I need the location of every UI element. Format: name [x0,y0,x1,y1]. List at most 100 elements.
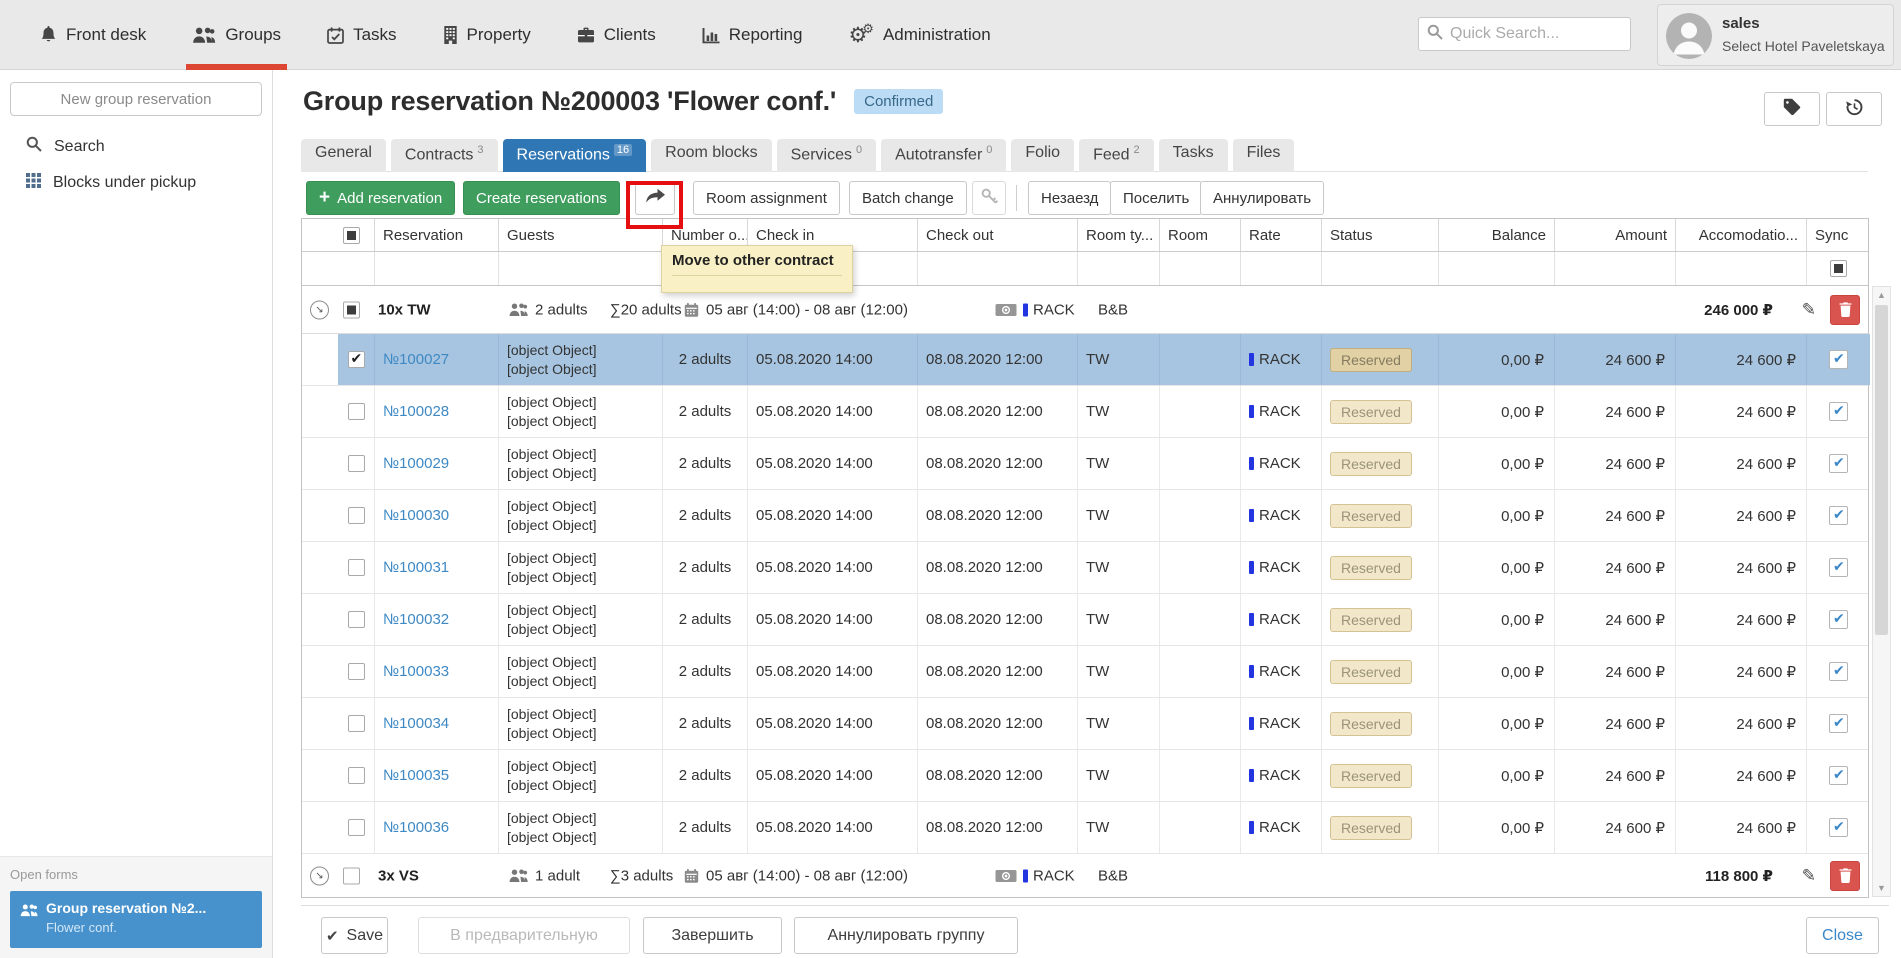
check-in-button[interactable]: Поселить [1110,181,1202,215]
quick-search-input[interactable] [1450,25,1657,43]
finish-button[interactable]: Завершить [643,917,782,954]
sync-checkbox[interactable] [1829,350,1848,369]
column-header-sync[interactable]: Sync [1807,219,1870,251]
reservation-link[interactable]: №100034 [383,715,449,732]
table-row[interactable]: №100034[object Object][object Object]2 a… [302,698,1868,750]
batch-change-button[interactable]: Batch change [849,181,967,215]
no-show-button[interactable]: Незаезд [1028,181,1111,215]
save-button[interactable]: ✔Save [321,917,388,954]
open-form-card[interactable]: Group reservation №2... Flower conf. [10,891,262,948]
reservation-link[interactable]: №100031 [383,559,449,576]
reservation-link[interactable]: №100035 [383,767,449,784]
create-reservations-button[interactable]: Create reservations [463,181,620,215]
to-preliminary-button[interactable]: В предварительную [418,917,630,954]
move-to-other-contract-button[interactable] [635,181,675,215]
room-assignment-button[interactable]: Room assignment [693,181,840,215]
row-checkbox[interactable] [348,663,365,680]
tab-feed[interactable]: Feed2 [1079,139,1154,172]
edit-group-button[interactable]: ✎ [1802,866,1816,886]
nav-item-groups[interactable]: Groups [190,0,283,70]
delete-group-button[interactable] [1830,295,1860,325]
sync-checkbox[interactable] [1829,454,1848,473]
row-checkbox[interactable] [348,351,365,368]
reservation-link[interactable]: №100030 [383,507,449,524]
cancel-group-button[interactable]: Аннулировать группу [794,917,1018,954]
sync-checkbox[interactable] [1829,766,1848,785]
row-checkbox[interactable] [348,455,365,472]
row-checkbox[interactable] [348,767,365,784]
tab-reservations[interactable]: Reservations16 [503,139,647,172]
column-header-reservation[interactable]: Reservation [375,219,499,251]
sync-all-checkbox[interactable] [1830,260,1847,277]
column-header-balance[interactable]: Balance [1439,219,1555,251]
tab-services[interactable]: Services0 [777,139,876,172]
nav-item-property[interactable]: Property [441,0,533,70]
tab-contracts[interactable]: Contracts3 [391,139,498,172]
table-row[interactable]: №100035[object Object][object Object]2 a… [302,750,1868,802]
sync-checkbox[interactable] [1829,610,1848,629]
quick-search-box[interactable] [1418,17,1631,51]
tab-autotransfer[interactable]: Autotransfer0 [881,139,1006,172]
row-checkbox[interactable] [348,611,365,628]
nav-item-front-desk[interactable]: Front desk [38,0,148,70]
column-header-amount[interactable]: Amount [1555,219,1676,251]
close-button[interactable]: Close [1806,917,1879,954]
column-header-accomodatio[interactable]: Accomodatio... [1676,219,1807,251]
scroll-down-arrow[interactable]: ▼ [1873,883,1890,893]
sync-checkbox[interactable] [1829,662,1848,681]
table-row[interactable]: №100033[object Object][object Object]2 a… [302,646,1868,698]
nav-item-clients[interactable]: Clients [575,0,658,70]
reservation-link[interactable]: №100028 [383,403,449,420]
edit-group-button[interactable]: ✎ [1802,300,1816,320]
tab-folio[interactable]: Folio [1011,139,1074,172]
new-group-reservation-button[interactable]: New group reservation [10,82,262,116]
sync-checkbox[interactable] [1829,402,1848,421]
row-checkbox[interactable] [348,715,365,732]
expand-collapse-icon[interactable]: ↘ [310,866,329,885]
table-row[interactable]: №100036[object Object][object Object]2 a… [302,802,1868,854]
row-checkbox[interactable] [348,403,365,420]
nav-item-reporting[interactable]: Reporting [700,0,805,70]
table-row[interactable]: №100028[object Object][object Object]2 a… [302,386,1868,438]
tab-general[interactable]: General [301,139,386,172]
sidebar-item-blocks-under-pickup[interactable]: Blocks under pickup [0,165,272,201]
column-header-room[interactable]: Room [1160,219,1241,251]
sync-checkbox[interactable] [1829,818,1848,837]
tab-tasks[interactable]: Tasks [1159,139,1228,172]
expand-collapse-icon[interactable]: ↘ [310,300,329,319]
vertical-scrollbar[interactable]: ▲ ▼ [1872,286,1891,897]
row-checkbox[interactable] [348,819,365,836]
reservation-link[interactable]: №100027 [383,351,449,368]
column-header-check-out[interactable]: Check out [918,219,1078,251]
add-reservation-button[interactable]: +Add reservation [306,181,455,215]
sidebar-item-search[interactable]: Search [0,128,272,165]
table-row[interactable]: №100032[object Object][object Object]2 a… [302,594,1868,646]
sync-checkbox[interactable] [1829,506,1848,525]
delete-group-button[interactable] [1830,861,1860,891]
table-row[interactable]: №100029[object Object][object Object]2 a… [302,438,1868,490]
nav-item-tasks[interactable]: Tasks [325,0,398,70]
table-row[interactable]: №100030[object Object][object Object]2 a… [302,490,1868,542]
table-row[interactable]: №100031[object Object][object Object]2 a… [302,542,1868,594]
tab-room-blocks[interactable]: Room blocks [651,139,771,172]
row-checkbox[interactable] [348,507,365,524]
scroll-up-arrow[interactable]: ▲ [1873,290,1890,300]
row-checkbox[interactable] [348,559,365,576]
sync-checkbox[interactable] [1829,714,1848,733]
reservation-link[interactable]: №100032 [383,611,449,628]
group-checkbox[interactable] [343,301,360,318]
column-header-status[interactable]: Status [1322,219,1439,251]
column-header-rate[interactable]: Rate [1241,219,1322,251]
select-all-checkbox[interactable] [343,227,360,244]
nav-item-administration[interactable]: ⚙⚙Administration [846,0,992,70]
tags-button[interactable] [1764,92,1820,126]
column-header-guests[interactable]: Guests [499,219,663,251]
group-checkbox[interactable] [343,867,360,884]
cancel-reservation-button[interactable]: Аннулировать [1200,181,1324,215]
tab-files[interactable]: Files [1233,139,1295,172]
reservation-link[interactable]: №100033 [383,663,449,680]
scrollbar-thumb[interactable] [1875,305,1888,635]
user-menu[interactable]: sales Select Hotel Paveletskaya [1657,4,1894,66]
key-button[interactable] [972,181,1006,215]
column-header-room-ty[interactable]: Room ty... [1078,219,1160,251]
